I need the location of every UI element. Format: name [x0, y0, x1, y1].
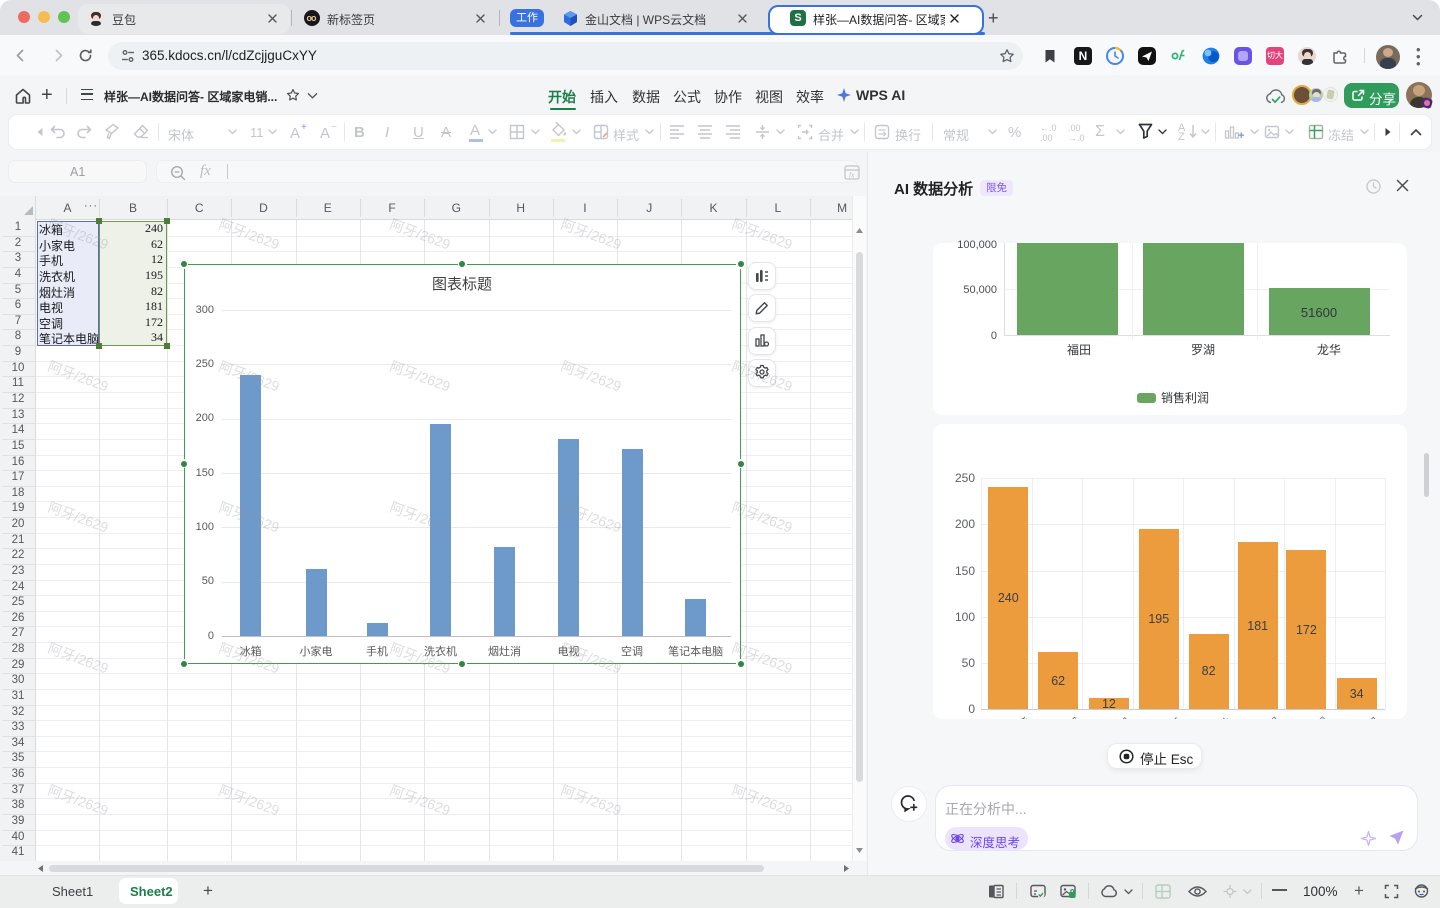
svg-text:fx: fx [849, 173, 855, 180]
